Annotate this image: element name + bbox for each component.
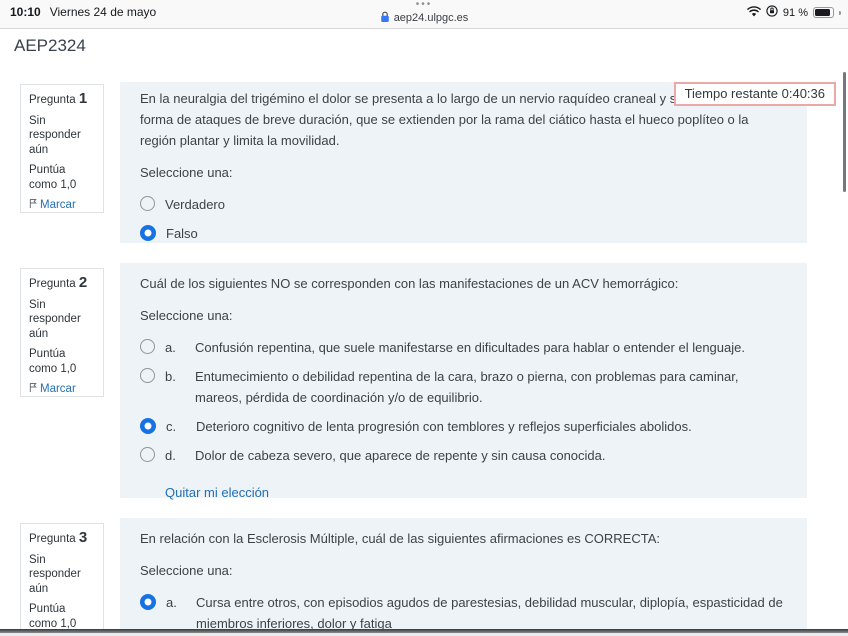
- select-one-prompt: Seleccione una:: [140, 563, 233, 578]
- flag-icon: [29, 198, 37, 208]
- option-text: Cursa entre otros, con episodios agudos …: [196, 595, 783, 631]
- question-number-line: Pregunta 3: [29, 529, 88, 546]
- page-title: AEP2324: [14, 36, 86, 55]
- question-number: 1: [78, 90, 88, 107]
- answer-option[interactable]: b. Entumecimiento o debilidad repentina …: [140, 366, 787, 408]
- option-text: Deterioro cognitivo de lenta progresión …: [196, 419, 692, 434]
- option-text: Verdadero: [165, 197, 225, 212]
- clear-choice-link[interactable]: Quitar mi elección: [165, 482, 269, 503]
- question-number: 3: [78, 529, 88, 546]
- radio-button[interactable]: [140, 368, 155, 383]
- question-text: Cuál de los siguientes NO se corresponde…: [140, 276, 679, 291]
- padlock-icon: [380, 11, 390, 26]
- option-letter: d.: [165, 448, 176, 463]
- question-status: Sin responder aún: [29, 553, 81, 595]
- safari-toolbar: 10:10 Viernes 24 de mayo ••• aep24.ulpgc.…: [0, 0, 848, 29]
- question-info-box-1: Pregunta 1 Sin responder aún Puntúa como…: [20, 84, 104, 213]
- option-text: Entumecimiento o debilidad repentina de …: [195, 369, 739, 405]
- answer-option[interactable]: c. Deterioro cognitivo de lenta progresi…: [140, 416, 787, 437]
- option-text: Confusión repentina, que suele manifesta…: [195, 340, 745, 355]
- battery-percent: 91 %: [782, 6, 808, 19]
- address-bar-url: aep24.ulpgc.es: [393, 12, 469, 24]
- question-status: Sin responder aún: [29, 114, 81, 156]
- answer-option[interactable]: a. Cursa entre otros, con episodios agud…: [140, 592, 787, 634]
- question-block-2: Cuál de los siguientes NO se corresponde…: [120, 263, 807, 500]
- tab-overflow-button[interactable]: •••: [0, 0, 848, 10]
- option-letter: c.: [166, 419, 177, 434]
- radio-button[interactable]: [140, 339, 155, 354]
- rotation-lock-icon: [766, 5, 778, 20]
- answer-option[interactable]: d. Dolor de cabeza severo, que aparece d…: [140, 445, 787, 466]
- question-text: En relación con la Esclerosis Múltiple, …: [140, 531, 660, 546]
- answer-option[interactable]: a. Confusión repentina, que suele manife…: [140, 337, 787, 358]
- question-info-box-2: Pregunta 2 Sin responder aún Puntúa como…: [20, 268, 104, 397]
- option-letter: b.: [165, 369, 176, 384]
- question-info-box-3: Pregunta 3 Sin responder aún Puntúa como…: [20, 523, 104, 636]
- question-grade: Puntúa como 1,0: [29, 348, 77, 375]
- flag-icon: [29, 382, 37, 392]
- time-remaining-badge: Tiempo restante 0:40:36: [673, 82, 836, 106]
- address-bar[interactable]: aep24.ulpgc.es: [380, 11, 469, 26]
- vertical-scrollbar[interactable]: [843, 72, 846, 192]
- question-grade: Puntúa como 1,0: [29, 603, 77, 630]
- radio-button[interactable]: [140, 196, 155, 211]
- wifi-icon: [747, 5, 761, 20]
- question-block-1: En la neuralgia del trigémino el dolor s…: [120, 82, 807, 243]
- select-one-prompt: Seleccione una:: [140, 308, 233, 323]
- question-number-line: Pregunta 1: [29, 90, 88, 107]
- question-block-3: En relación con la Esclerosis Múltiple, …: [120, 518, 807, 636]
- question-number: 2: [78, 274, 88, 291]
- answer-option[interactable]: Verdadero: [140, 194, 787, 215]
- option-text: Falso: [166, 226, 198, 241]
- select-one-prompt: Seleccione una:: [140, 165, 233, 180]
- question-number-line: Pregunta 2: [29, 274, 88, 291]
- radio-button[interactable]: [140, 447, 155, 462]
- battery-icon: [813, 7, 834, 18]
- option-text: Dolor de cabeza severo, que aparece de r…: [195, 448, 606, 463]
- question-grade: Puntúa como 1,0: [29, 164, 77, 191]
- radio-button[interactable]: [140, 594, 156, 610]
- flag-question-link[interactable]: Marcar pregunta: [29, 198, 95, 212]
- radio-button[interactable]: [140, 418, 156, 434]
- question-status: Sin responder aún: [29, 298, 81, 340]
- radio-button[interactable]: [140, 225, 156, 241]
- flag-question-link[interactable]: Marcar pregunta: [29, 382, 95, 396]
- option-letter: a.: [165, 340, 176, 355]
- battery-tip: [839, 10, 841, 15]
- answer-option[interactable]: Falso: [140, 223, 787, 244]
- option-letter: a.: [166, 595, 177, 610]
